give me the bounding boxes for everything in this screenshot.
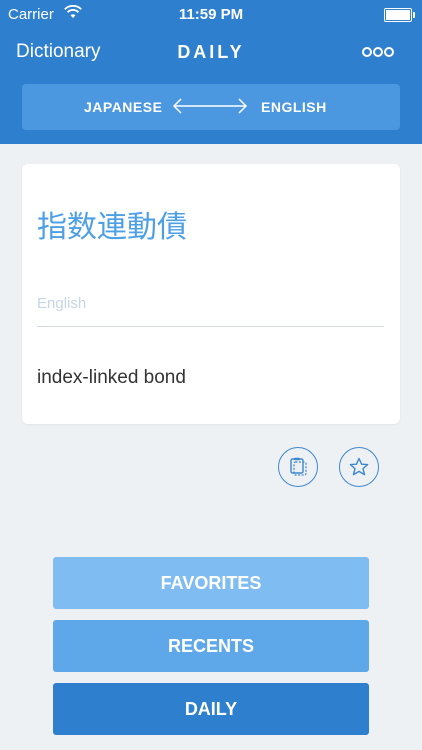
- more-icon[interactable]: [362, 44, 408, 60]
- copy-button[interactable]: [278, 447, 318, 487]
- double-arrow-icon: [172, 98, 248, 114]
- status-bar: Carrier 11:59 PM: [0, 0, 422, 30]
- clock: 11:59 PM: [178, 6, 244, 23]
- header: Carrier 11:59 PM Dictionary DAILY JAPANE…: [0, 0, 422, 144]
- battery-icon: [384, 8, 415, 22]
- source-language-label: JAPANESE: [84, 99, 163, 115]
- term-text: 指数連動債: [37, 211, 187, 244]
- favorites-button[interactable]: FAVORITES: [53, 557, 369, 609]
- copy-icon: [290, 457, 307, 476]
- daily-button[interactable]: DAILY: [53, 683, 369, 735]
- target-language-label: ENGLISH: [261, 99, 327, 115]
- language-switch-button[interactable]: JAPANESE ENGLISH: [22, 84, 400, 130]
- page-title: DAILY: [177, 42, 245, 62]
- recents-button[interactable]: RECENTS: [53, 620, 369, 672]
- translation-text: index-linked bond: [37, 367, 186, 388]
- favorite-button[interactable]: [339, 447, 379, 487]
- translation-card: 指数連動債 English index-linked bond: [22, 164, 400, 424]
- star-icon: [349, 457, 369, 476]
- english-field-label: English: [37, 295, 87, 312]
- divider: [37, 326, 384, 327]
